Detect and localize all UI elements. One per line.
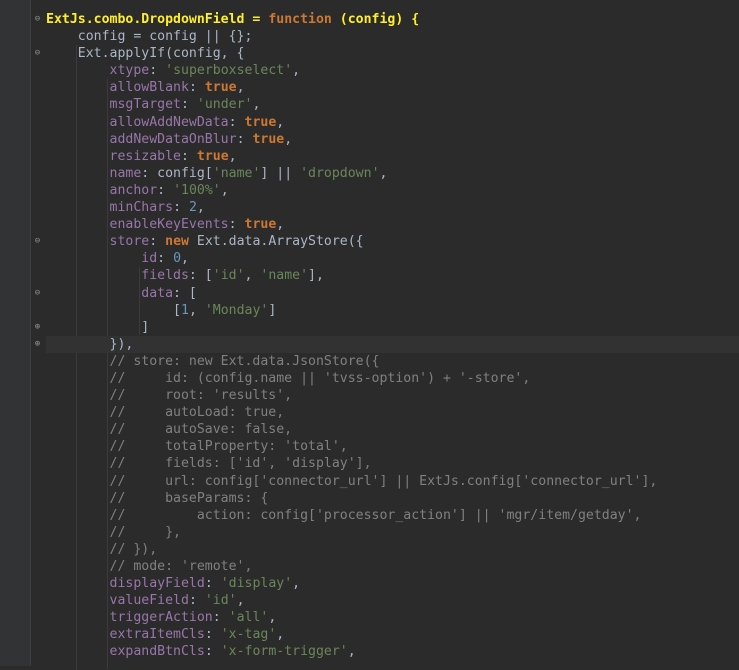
- code-line: // totalProperty: 'total',: [46, 438, 739, 455]
- gutter-divider: [30, 0, 31, 666]
- code-line-text: triggerAction: 'all',: [109, 610, 277, 626]
- code-line-text: // },: [46, 524, 181, 540]
- code-line-text: xtype: 'superboxselect',: [109, 63, 301, 79]
- code-line-text: minChars: 2,: [109, 200, 205, 216]
- code-line: allowAddNewData: true,: [46, 114, 739, 131]
- code-line: // url: config['connector_url'] || ExtJs…: [46, 473, 739, 490]
- code-line-text: // fields: ['id', 'display'],: [46, 456, 372, 472]
- code-line-text: Ext.applyIf(config, {: [46, 46, 245, 62]
- code-line: id: 0,: [46, 250, 739, 267]
- fold-collapse-icon[interactable]: ⊖: [33, 15, 42, 24]
- code-editor[interactable]: ExtJs.combo.DropdownField = function (co…: [46, 11, 739, 670]
- code-line-text: config = config || {};: [46, 29, 253, 45]
- code-line: // baseParams: {: [46, 490, 739, 507]
- code-line-text: displayField: 'display',: [109, 576, 301, 592]
- code-line-text: }),: [46, 336, 134, 352]
- code-line-text: addNewDataOnBlur: true,: [109, 131, 293, 147]
- code-line-text: // autoSave: false,: [46, 422, 293, 438]
- fold-collapse-icon[interactable]: ⊖: [33, 289, 42, 298]
- code-line-text: ]: [46, 319, 150, 335]
- code-line-text: ExtJs.combo.DropdownField = function (co…: [46, 12, 420, 27]
- code-line: expandBtnCls: 'x-form-trigger',: [46, 643, 739, 660]
- code-line-text: allowBlank: true,: [109, 80, 245, 96]
- code-line: xtype: 'superboxselect',: [46, 62, 739, 79]
- code-line-text: fields: ['id', 'name'],: [141, 268, 324, 284]
- code-line: ]: [46, 319, 739, 336]
- code-line: // action: config['processor_action'] ||…: [46, 507, 739, 524]
- code-line-text: // url: config['connector_url'] || ExtJs…: [46, 473, 658, 489]
- code-line-text: // root: 'results',: [46, 388, 293, 404]
- code-line-text: name: config['name'] || 'dropdown',: [109, 165, 388, 181]
- code-line: extraItemCls: 'x-tag',: [46, 626, 739, 643]
- code-line-text: // store: new Ext.data.JsonStore({: [46, 353, 380, 369]
- code-line-text: msgTarget: 'under',: [109, 97, 261, 113]
- code-line-text: // mode: 'remote',: [46, 559, 253, 574]
- code-line: // autoSave: false,: [46, 421, 739, 438]
- code-line-text: store: new Ext.data.ArrayStore({: [109, 234, 364, 250]
- code-line: // }),: [46, 541, 739, 558]
- code-line-text: // totalProperty: 'total',: [46, 439, 348, 455]
- code-line: // store: new Ext.data.JsonStore({: [46, 353, 739, 370]
- code-line: msgTarget: 'under',: [46, 96, 739, 113]
- code-line: data: [: [46, 285, 739, 302]
- code-line-text: expandBtnCls: 'x-form-trigger',: [109, 644, 356, 660]
- fold-collapse-icon[interactable]: ⊖: [33, 49, 42, 58]
- code-line: fields: ['id', 'name'],: [46, 267, 739, 284]
- code-line: // id: (config.name || 'tvss-option') + …: [46, 370, 739, 387]
- code-line: valueField: 'id',: [46, 592, 739, 609]
- code-line-text: allowAddNewData: true,: [109, 114, 285, 130]
- code-line: // root: 'results',: [46, 387, 739, 404]
- code-line-text: id: 0,: [141, 251, 189, 267]
- fold-expand-icon[interactable]: ⊕: [33, 323, 42, 332]
- code-line-text: // baseParams: {: [46, 490, 269, 506]
- code-line: // fields: ['id', 'display'],: [46, 455, 739, 472]
- code-line-current: }),: [46, 335, 739, 353]
- code-line: // autoLoad: true,: [46, 404, 739, 421]
- code-line-text: data: [: [141, 285, 197, 301]
- code-line: // mode: 'remote',: [46, 558, 739, 575]
- fold-expand-icon[interactable]: ⊕: [33, 340, 42, 349]
- code-line: // },: [46, 524, 739, 541]
- code-line: enableKeyEvents: true,: [46, 216, 739, 233]
- code-line: ExtJs.combo.DropdownField = function (co…: [46, 11, 739, 28]
- code-line-text: valueField: 'id',: [109, 593, 245, 609]
- code-line: minChars: 2,: [46, 199, 739, 216]
- code-line-text: // }),: [46, 541, 158, 557]
- fold-collapse-icon[interactable]: ⊖: [33, 237, 42, 246]
- code-line: Ext.applyIf(config, {: [46, 45, 739, 62]
- code-line-text: extraItemCls: 'x-tag',: [109, 627, 285, 643]
- code-line-text: [1, 'Monday']: [46, 302, 277, 318]
- code-line: displayField: 'display',: [46, 575, 739, 592]
- code-line: triggerAction: 'all',: [46, 609, 739, 626]
- line-gutter[interactable]: [0, 0, 30, 666]
- code-line: config = config || {};: [46, 28, 739, 45]
- code-line: [1, 'Monday']: [46, 302, 739, 319]
- code-line-text: // id: (config.name || 'tvss-option') + …: [46, 370, 531, 386]
- code-line-text: // action: config['processor_action'] ||…: [46, 507, 642, 523]
- code-line: allowBlank: true,: [46, 79, 739, 96]
- code-line: name: config['name'] || 'dropdown',: [46, 165, 739, 182]
- code-line-text: // autoLoad: true,: [46, 405, 285, 421]
- code-line-text: enableKeyEvents: true,: [109, 217, 285, 233]
- code-line: store: new Ext.data.ArrayStore({: [46, 233, 739, 250]
- code-line-text: anchor: '100%',: [109, 182, 229, 198]
- code-line: resizable: true,: [46, 148, 739, 165]
- code-line: addNewDataOnBlur: true,: [46, 131, 739, 148]
- code-line-text: resizable: true,: [109, 148, 237, 164]
- code-line: anchor: '100%',: [46, 182, 739, 199]
